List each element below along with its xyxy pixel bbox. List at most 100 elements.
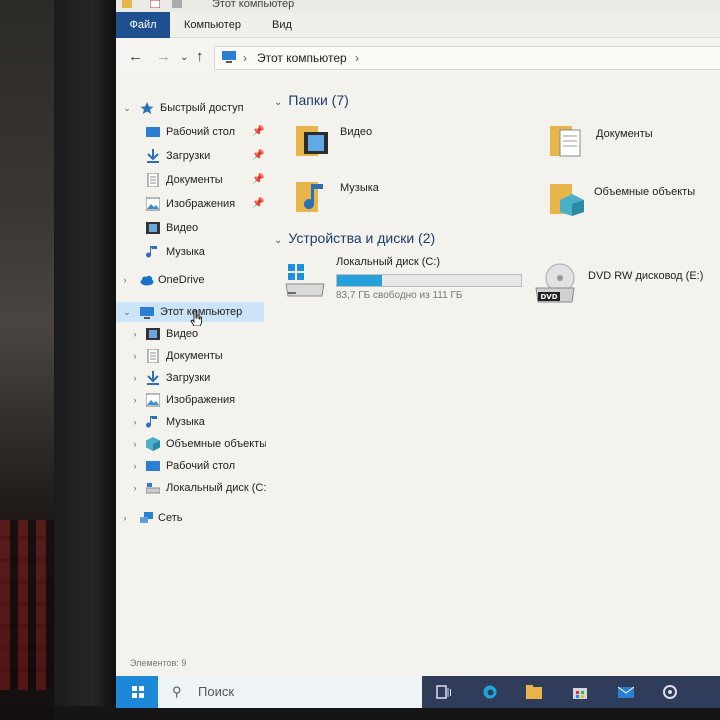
folder-tile-video[interactable]: Видео bbox=[296, 120, 496, 166]
mail-icon[interactable] bbox=[618, 685, 634, 699]
sidebar-item-video[interactable]: Видео bbox=[116, 218, 266, 238]
breadcrumb-this-pc[interactable]: Этот компьютер bbox=[257, 47, 347, 69]
folder-tile-music[interactable]: Музыка bbox=[296, 176, 496, 222]
downloads-icon bbox=[147, 371, 159, 385]
pin-icon[interactable]: 📌 bbox=[252, 122, 264, 142]
forward-button[interactable]: → bbox=[156, 48, 171, 65]
chevron-down-icon[interactable]: ⌄ bbox=[274, 97, 282, 108]
keyboard-backlight bbox=[0, 520, 56, 690]
pin-icon[interactable]: 📌 bbox=[252, 170, 264, 190]
sidebar-item-documents[interactable]: Документы 📌 bbox=[116, 170, 266, 190]
start-button[interactable] bbox=[116, 676, 158, 708]
sidebar-item-pc-3d-objects[interactable]: › Объемные объекты bbox=[116, 434, 266, 454]
chevron-right-icon[interactable]: › bbox=[130, 346, 140, 366]
pictures-icon bbox=[146, 393, 160, 407]
sidebar-item-pc-music[interactable]: › Музыка bbox=[116, 412, 266, 432]
sidebar-item-pc-local-disk[interactable]: › Локальный диск (C:) bbox=[116, 478, 267, 498]
sidebar-item-music[interactable]: Музыка bbox=[116, 242, 266, 262]
sidebar-item-desktop[interactable]: Рабочий стол 📌 bbox=[116, 122, 266, 142]
folder-tile-documents[interactable]: Документы bbox=[550, 120, 720, 166]
title-bar: Этот компьютер bbox=[116, 0, 720, 12]
back-button[interactable]: ← bbox=[128, 48, 143, 65]
desktop-icon bbox=[146, 127, 160, 137]
sidebar-item-onedrive[interactable]: › OneDrive bbox=[116, 270, 266, 290]
monitor-bezel-bottom bbox=[54, 706, 720, 720]
sidebar-item-pc-video[interactable]: › Видео bbox=[116, 324, 266, 344]
chevron-right-icon[interactable]: › bbox=[130, 456, 140, 476]
sidebar-item-downloads[interactable]: Загрузки 📌 bbox=[116, 146, 266, 166]
chevron-right-icon[interactable]: › bbox=[130, 368, 140, 388]
up-button[interactable]: ↑ bbox=[196, 48, 204, 65]
sidebar-item-this-pc[interactable]: ⌄ Этот компьютер bbox=[116, 302, 264, 326]
chevron-right-icon[interactable]: › bbox=[243, 47, 247, 69]
folder-icon bbox=[122, 0, 132, 8]
sidebar-item-pc-pictures[interactable]: › Изображения bbox=[116, 390, 266, 410]
downloads-icon bbox=[147, 149, 159, 163]
chevron-down-icon[interactable]: ⌄ bbox=[122, 98, 132, 118]
pin-icon[interactable]: 📌 bbox=[252, 194, 264, 214]
drive-usage-bar bbox=[336, 274, 522, 287]
chevron-right-icon[interactable]: › bbox=[120, 508, 130, 528]
drive-usage-fill bbox=[337, 275, 383, 286]
tab-computer[interactable]: Компьютер bbox=[184, 12, 241, 38]
3d-objects-folder-icon bbox=[550, 184, 584, 216]
dvd-badge: DVD bbox=[540, 293, 557, 301]
tab-file[interactable]: Файл bbox=[116, 12, 170, 38]
computer-icon bbox=[222, 51, 236, 63]
sidebar-item-quick-access[interactable]: ⌄ Быстрый доступ bbox=[116, 98, 266, 118]
new-folder-icon[interactable] bbox=[172, 0, 182, 8]
windows-logo-icon bbox=[132, 686, 144, 698]
chevron-right-icon[interactable]: › bbox=[355, 47, 359, 69]
chevron-right-icon[interactable]: › bbox=[130, 412, 140, 432]
sidebar-item-pc-downloads[interactable]: › Загрузки bbox=[116, 368, 266, 388]
store-icon[interactable] bbox=[572, 685, 588, 699]
settings-gear-icon[interactable] bbox=[662, 685, 678, 699]
chevron-down-icon[interactable]: ⌄ bbox=[274, 235, 282, 246]
chevron-right-icon[interactable]: › bbox=[130, 478, 140, 498]
edge-browser-icon[interactable] bbox=[482, 685, 498, 699]
sidebar-item-pc-desktop[interactable]: › Рабочий стол bbox=[116, 456, 266, 476]
chevron-right-icon[interactable]: › bbox=[120, 270, 130, 290]
file-explorer-icon[interactable] bbox=[526, 685, 542, 699]
chevron-right-icon[interactable]: › bbox=[130, 434, 140, 454]
sidebar-item-pictures[interactable]: Изображения 📌 bbox=[116, 194, 266, 214]
star-icon bbox=[140, 102, 154, 114]
address-box[interactable]: › Этот компьютер › bbox=[214, 46, 720, 70]
chevron-right-icon[interactable]: › bbox=[130, 324, 140, 344]
music-folder-icon bbox=[296, 182, 323, 212]
taskbar-search[interactable]: ⚲ Поиск bbox=[158, 676, 422, 708]
content-pane: ⌄ Папки (7) Видео Документы Музыка Объем… bbox=[268, 80, 720, 680]
taskbar: ⚲ Поиск bbox=[116, 676, 720, 708]
group-header-folders[interactable]: ⌄ Папки (7) bbox=[274, 92, 349, 108]
drive-tile-dvd[interactable]: DVD DVD RW дисковод (E:) bbox=[534, 262, 720, 310]
cube-icon bbox=[146, 437, 160, 451]
desktop-icon bbox=[146, 461, 160, 471]
properties-icon[interactable] bbox=[150, 0, 160, 8]
chevron-right-icon[interactable]: › bbox=[130, 390, 140, 410]
hard-drive-icon bbox=[146, 483, 160, 494]
explorer-window: Этот компьютер Файл Компьютер Вид ← → ⌄ … bbox=[116, 0, 720, 708]
status-item-count: Элементов: 9 bbox=[130, 658, 187, 668]
chevron-down-icon[interactable]: ⌄ bbox=[122, 302, 132, 322]
sidebar-item-pc-documents[interactable]: › Документы bbox=[116, 346, 266, 366]
hard-drive-icon bbox=[285, 264, 325, 297]
monitor-bezel bbox=[54, 0, 118, 720]
window-title: Этот компьютер bbox=[212, 0, 295, 10]
documents-icon bbox=[147, 349, 159, 363]
video-icon bbox=[146, 328, 160, 340]
tab-view[interactable]: Вид bbox=[272, 12, 292, 38]
music-icon bbox=[146, 416, 157, 428]
documents-folder-icon bbox=[550, 126, 581, 157]
recent-locations-icon[interactable]: ⌄ bbox=[180, 52, 188, 63]
navigation-bar: ← → ⌄ ↑ › Этот компьютер › bbox=[116, 38, 720, 78]
folder-tile-3d-objects[interactable]: Объемные объекты bbox=[550, 178, 720, 224]
group-header-devices[interactable]: ⌄ Устройства и диски (2) bbox=[274, 230, 435, 246]
search-icon: ⚲ bbox=[172, 684, 182, 699]
drive-free-space: 83,7 ГБ свободно из 111 ГБ bbox=[336, 290, 463, 301]
dvd-drive-icon: DVD bbox=[535, 263, 575, 303]
ribbon: Файл Компьютер Вид bbox=[116, 12, 720, 38]
sidebar-item-network[interactable]: › Сеть bbox=[116, 508, 266, 528]
pin-icon[interactable]: 📌 bbox=[252, 146, 264, 166]
task-view-icon[interactable] bbox=[436, 685, 452, 699]
video-icon bbox=[146, 222, 160, 234]
